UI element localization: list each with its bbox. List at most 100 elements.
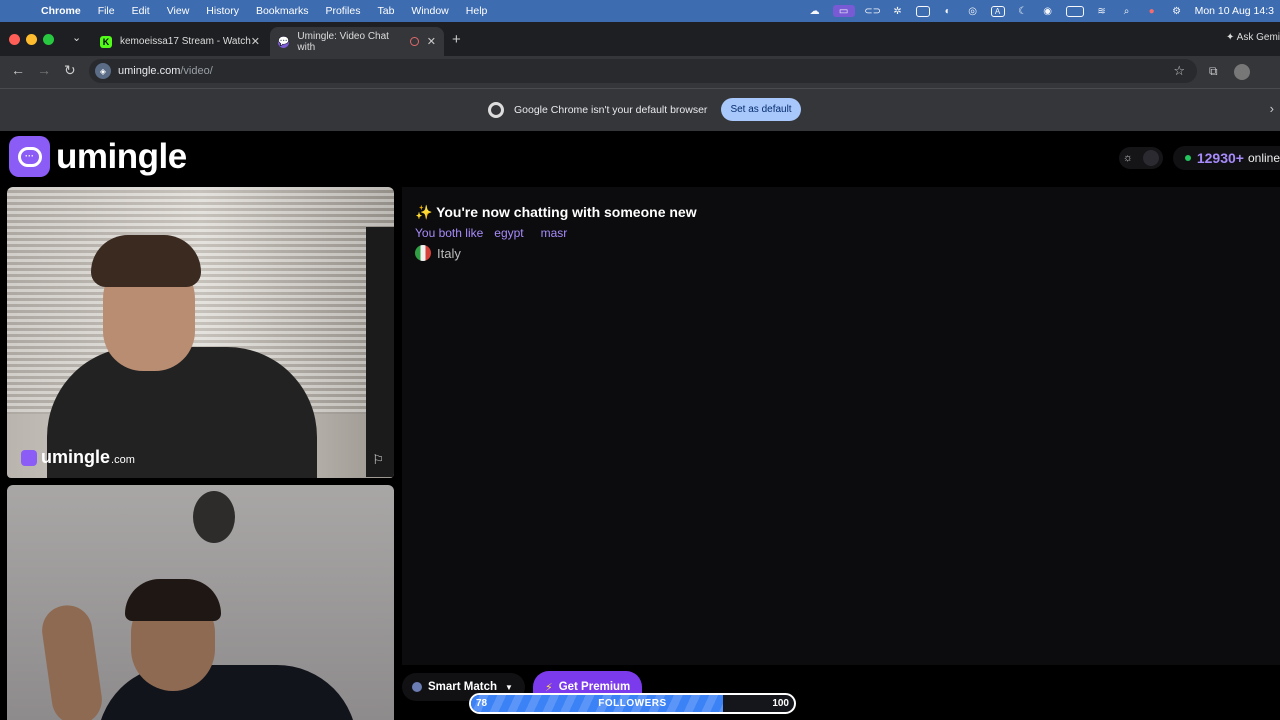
self-video <box>7 485 394 720</box>
ask-gemini-label: Ask Gemi <box>1236 32 1280 43</box>
followers-goal-bar: 78 FOLLOWERS 100 <box>469 693 796 714</box>
followers-label: FOLLOWERS <box>598 698 667 709</box>
menu-view[interactable]: View <box>167 5 190 17</box>
address-bar[interactable]: ◈ umingle.com/video/ ☆ <box>89 59 1197 83</box>
kick-favicon-icon: K <box>100 35 112 48</box>
infobar-message: Google Chrome isn't your default browser <box>514 103 708 116</box>
country-name: Italy <box>437 245 461 261</box>
theme-toggle[interactable]: ☼ <box>1118 147 1163 169</box>
chevron-down-icon: ▼ <box>505 682 513 692</box>
chrome-toolbar: ← → ↻ ◈ umingle.com/video/ ☆ ⧉ <box>0 56 1280 88</box>
self-arm <box>38 602 106 720</box>
moon-icon[interactable]: ☾ <box>1016 5 1030 17</box>
site-info-icon[interactable]: ◈ <box>95 63 111 79</box>
italy-flag-icon <box>415 245 431 261</box>
menu-app-name[interactable]: Chrome <box>41 5 81 17</box>
profile-avatar[interactable] <box>1234 64 1250 80</box>
menu-clock[interactable]: Mon 10 Aug 14:3 <box>1195 5 1274 17</box>
battery-icon[interactable] <box>1065 5 1084 17</box>
watermark-suffix: .com <box>111 454 135 466</box>
brand-wordmark: umingle <box>56 136 187 176</box>
extensions-icon[interactable]: ⧉ <box>1209 64 1218 79</box>
keyboard-a-icon[interactable]: A <box>990 5 1005 17</box>
menu-help[interactable]: Help <box>466 5 488 17</box>
stranger-country: Italy <box>415 245 461 261</box>
tab-search-chevron-icon[interactable]: ⌄ <box>72 31 81 44</box>
url-path: /video/ <box>180 65 213 77</box>
new-tab-icon[interactable]: + <box>452 31 461 48</box>
wifi-icon[interactable]: ≋ <box>1095 5 1109 17</box>
tab-title: Umingle: Video Chat with <box>297 30 389 53</box>
online-label: online <box>1247 151 1280 165</box>
back-arrow-icon[interactable]: ← <box>11 62 25 78</box>
window-controls <box>9 34 54 45</box>
shared-interests-label: You both like <box>415 226 484 240</box>
tab-title: kemoeissa17 Stream - Watch <box>120 36 251 47</box>
close-window-button[interactable] <box>9 34 20 45</box>
screen-record-icon[interactable]: ▭ <box>832 5 855 17</box>
url-host: umingle.com <box>118 65 181 77</box>
chat-bubble-logo-icon: ··· <box>9 136 50 177</box>
followers-target: 100 <box>772 698 789 709</box>
stranger-video: umingle .com ⚐ <box>7 187 394 478</box>
globe-icon[interactable]: ◐ <box>941 5 955 17</box>
chrome-logo-icon <box>488 101 504 118</box>
window-icon[interactable] <box>915 5 930 17</box>
bookmark-star-icon[interactable]: ☆ <box>1173 63 1185 79</box>
watermark-brand: umingle <box>41 447 111 467</box>
stranger-hair <box>91 235 201 287</box>
online-counter: 12930+ online <box>1172 146 1280 170</box>
umingle-logo[interactable]: ··· umingle <box>9 136 187 177</box>
tab-umingle[interactable]: 💬 Umingle: Video Chat with ✕ <box>270 27 444 56</box>
self-hair <box>125 579 221 621</box>
link-icon[interactable]: ⊂⊃ <box>864 5 881 17</box>
menu-edit[interactable]: Edit <box>132 5 150 17</box>
interest-tag: masr <box>540 226 568 240</box>
report-flag-icon[interactable]: ⚐ <box>372 452 384 468</box>
cloud-icon[interactable]: ☁ <box>808 5 822 17</box>
tab-kick-stream[interactable]: K kemoeissa17 Stream - Watch ✕ <box>92 27 268 56</box>
reload-icon[interactable]: ↻ <box>64 62 76 79</box>
set-as-default-button[interactable]: Set as default <box>721 98 801 121</box>
ask-gemini-button[interactable]: ✦ Ask Gemi <box>1226 32 1280 43</box>
sun-icon: ☼ <box>1122 152 1133 164</box>
chat-status-headline: ✨ You're now chatting with someone new <box>415 204 697 220</box>
airdrop-icon[interactable]: ◎ <box>966 5 980 17</box>
close-tab-icon[interactable]: ✕ <box>251 35 260 48</box>
ceiling-lamp <box>193 491 235 543</box>
close-tab-icon[interactable]: ✕ <box>427 35 436 48</box>
url-text: umingle.com/video/ <box>118 65 213 77</box>
umingle-page: ··· umingle ☼ 12930+ online umingle .com… <box>0 131 1280 720</box>
menu-bookmarks[interactable]: Bookmarks <box>256 5 309 17</box>
curtain <box>366 227 394 477</box>
control-center-icon[interactable]: ⚙ <box>1170 5 1184 17</box>
chatgpt-icon[interactable]: ✲ <box>891 5 905 17</box>
menu-window[interactable]: Window <box>411 5 448 17</box>
interest-tag: egypt <box>494 226 524 240</box>
header-right: ☼ 12930+ online <box>1118 146 1280 170</box>
online-status-dot <box>1184 155 1191 161</box>
shared-interests: You both like egypt masr <box>415 226 584 240</box>
record-dot-icon[interactable]: ● <box>1145 5 1159 17</box>
menu-tab[interactable]: Tab <box>377 5 394 17</box>
menu-profiles[interactable]: Profiles <box>325 5 360 17</box>
search-icon[interactable]: ⌕ <box>1120 5 1134 17</box>
umingle-watermark-icon <box>21 449 37 466</box>
forward-arrow-icon[interactable]: → <box>37 62 51 78</box>
user-icon[interactable]: ◉ <box>1041 5 1055 17</box>
menu-history[interactable]: History <box>206 5 239 17</box>
minimize-window-button[interactable] <box>26 34 37 45</box>
close-infobar-icon[interactable]: › <box>1270 101 1274 116</box>
zoom-window-button[interactable] <box>43 34 54 45</box>
lightning-icon: ⚡ <box>544 681 553 694</box>
menu-file[interactable]: File <box>98 5 115 17</box>
infobar-content: Google Chrome isn't your default browser… <box>488 98 801 121</box>
menu-status-area: ☁ ▭ ⊂⊃ ✲ ◐ ◎ A ☾ ◉ ≋ ⌕ ● ⚙ Mon 10 Aug 14… <box>808 0 1274 22</box>
online-count: 12930+ <box>1196 150 1244 166</box>
globe-icon <box>412 682 422 692</box>
recording-indicator-icon <box>410 37 419 46</box>
umingle-favicon-icon: 💬 <box>278 35 290 48</box>
get-premium-label: Get Premium <box>558 681 631 693</box>
chrome-tab-strip: ⌄ K kemoeissa17 Stream - Watch ✕ 💬 Uming… <box>0 22 1280 56</box>
default-browser-infobar: Google Chrome isn't your default browser… <box>0 88 1280 131</box>
